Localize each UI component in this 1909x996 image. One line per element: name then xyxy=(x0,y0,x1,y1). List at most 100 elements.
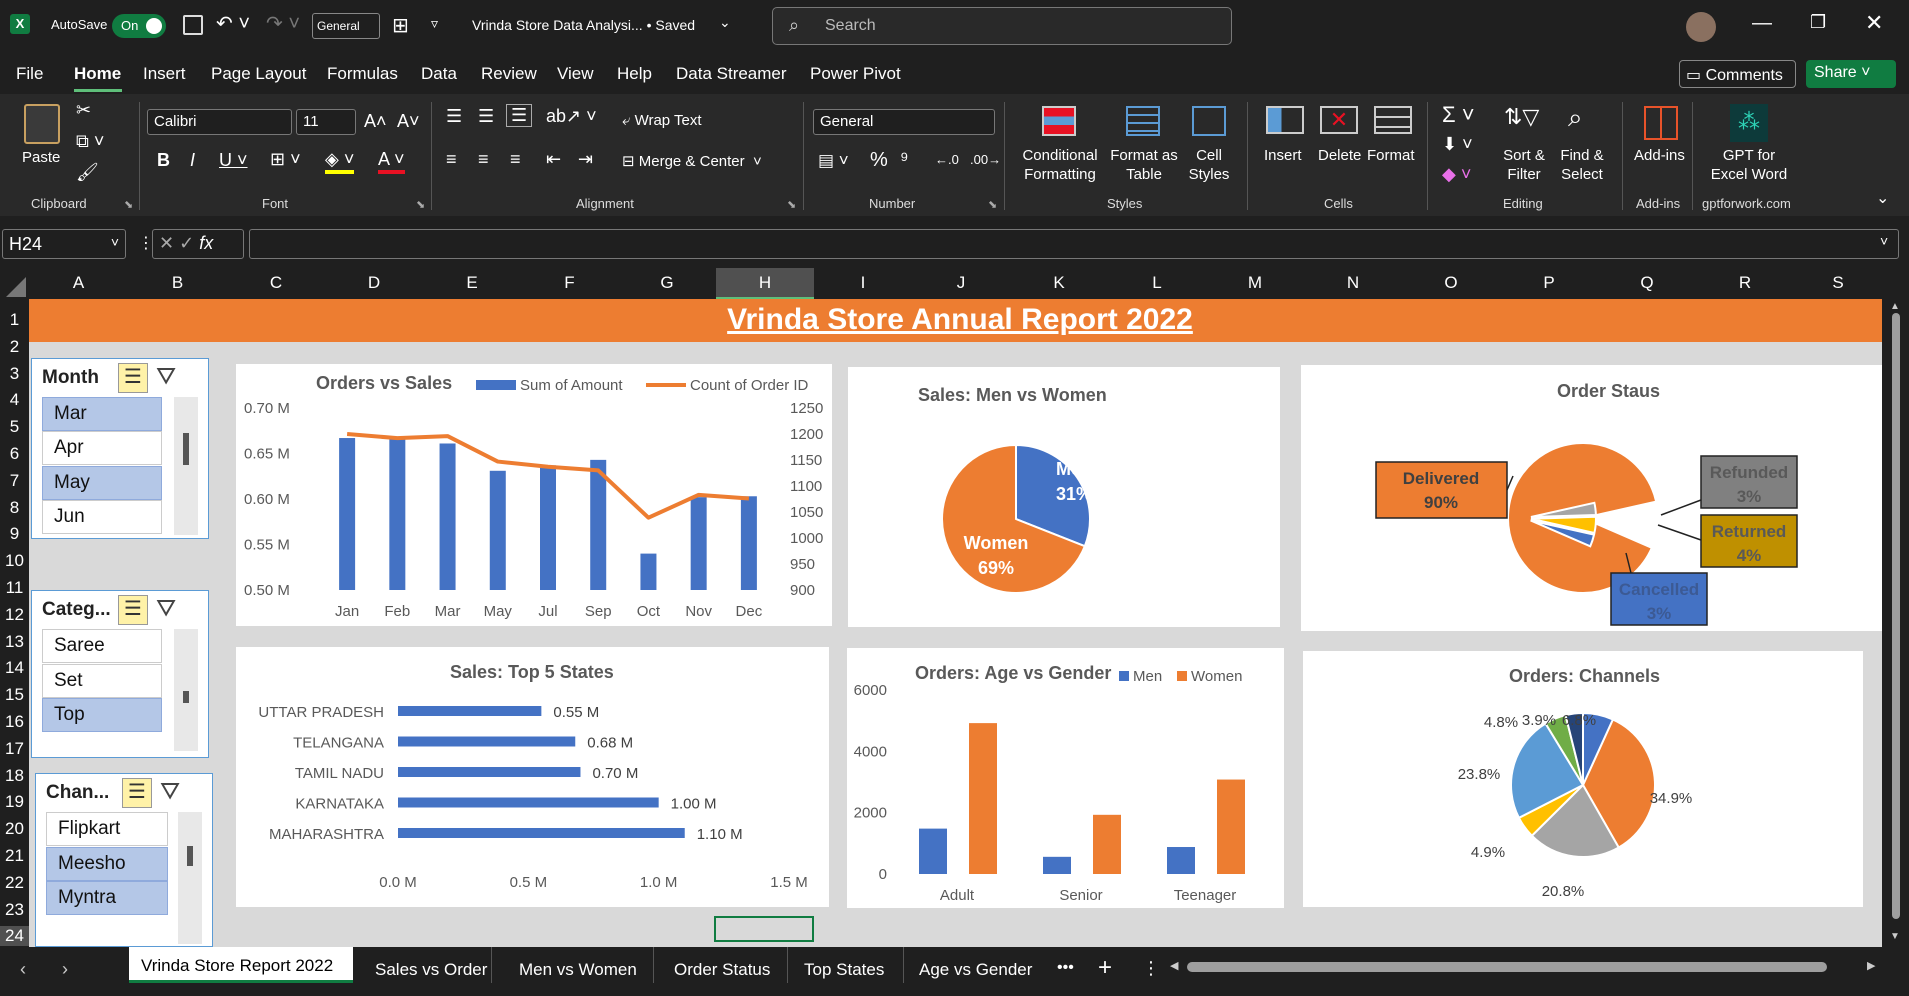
format-painter-icon[interactable]: 🖌 xyxy=(76,162,99,183)
vertical-scrollbar[interactable]: ▲ ▼ xyxy=(1882,299,1909,947)
row-header-13[interactable]: 13 xyxy=(0,632,29,652)
tab[interactable]: Men vs Women xyxy=(492,947,654,983)
slicer-channel[interactable]: Chan... ☰ ⛛ Flipkart Meesho Myntra xyxy=(35,773,213,947)
align-left-icon[interactable]: ≡ xyxy=(446,149,457,170)
paste-button[interactable]: Paste xyxy=(22,148,60,167)
column-header-p[interactable]: P xyxy=(1500,273,1598,293)
find-select-icon[interactable]: ⌕ xyxy=(1568,102,1583,134)
restore-icon[interactable]: ❐ xyxy=(1810,12,1826,33)
font-size-field[interactable]: 11 xyxy=(296,109,356,135)
scroll-up-icon[interactable]: ▲ xyxy=(1890,301,1900,312)
undo-icon[interactable]: ↶ ˅ xyxy=(216,11,250,36)
menu-data-streamer[interactable]: Data Streamer xyxy=(676,64,787,84)
align-center-icon[interactable]: ≡ xyxy=(478,149,489,170)
column-header-o[interactable]: O xyxy=(1402,273,1500,293)
dialog-launcher-icon[interactable]: ⬊ xyxy=(416,198,425,211)
slicer-month[interactable]: Month ☰ ⛛ Mar Apr May Jun xyxy=(31,358,209,539)
name-box[interactable]: H24 ˅ xyxy=(2,229,126,259)
column-header-l[interactable]: L xyxy=(1108,273,1206,293)
cancel-icon[interactable]: ✕ xyxy=(159,233,174,253)
fill-icon[interactable]: ⬇ ˅ xyxy=(1442,134,1473,155)
column-header-j[interactable]: J xyxy=(912,273,1010,293)
cut-icon[interactable]: ✂ xyxy=(76,100,91,121)
search-box[interactable]: ⌕ Search xyxy=(772,7,1232,45)
multi-select-icon[interactable]: ☰ xyxy=(118,363,148,393)
decrease-indent-icon[interactable]: ⇤ xyxy=(546,149,561,170)
menu-data[interactable]: Data xyxy=(421,64,457,84)
dialog-launcher-icon[interactable]: ⬊ xyxy=(787,198,796,211)
document-title[interactable]: Vrinda Store Data Analysi... • Saved xyxy=(472,17,695,33)
column-header-q[interactable]: Q xyxy=(1598,273,1696,293)
minimize-icon[interactable]: — xyxy=(1752,12,1772,35)
sheet-area[interactable]: Vrinda Store Annual Report 2022 Month ☰ … xyxy=(29,299,1882,947)
add-sheet-icon[interactable]: + xyxy=(1098,954,1112,982)
enter-icon[interactable]: ✓ xyxy=(179,233,194,253)
chart-age-vs-gender[interactable]: Orders: Age vs Gender 6000 4000 2000 0 Adult… xyxy=(847,648,1284,908)
column-header-b[interactable]: B xyxy=(128,273,227,293)
column-header-f[interactable]: F xyxy=(521,273,618,293)
row-header-15[interactable]: 15 xyxy=(0,685,29,705)
row-header-24[interactable]: 24 xyxy=(0,926,29,947)
chart-orders-vs-sales[interactable]: Orders vs Sales 0.70 M 0.65 M 0.60 M 0.55 M… xyxy=(236,364,832,626)
row-header-4[interactable]: 4 xyxy=(0,390,29,410)
paste-icon[interactable] xyxy=(24,104,60,144)
redo-icon[interactable]: ↷ ˅ xyxy=(266,11,300,36)
autosum-icon[interactable]: Σ ˅ xyxy=(1442,102,1475,128)
clear-filter-icon[interactable]: ⛛ xyxy=(156,595,176,623)
column-header-k[interactable]: K xyxy=(1010,273,1108,293)
more-tabs-icon[interactable]: ••• xyxy=(1057,959,1074,977)
customize-qat-icon[interactable]: ▿ xyxy=(431,15,438,32)
row-header-18[interactable]: 18 xyxy=(0,766,29,786)
column-header-h[interactable]: H xyxy=(716,268,814,299)
borders-icon[interactable]: ⊞ ˅ xyxy=(270,149,301,170)
delete-cells-icon[interactable]: ✕ xyxy=(1320,106,1358,134)
prev-sheet-icon[interactable]: ‹ xyxy=(20,959,26,980)
conditional-formatting-icon[interactable] xyxy=(1042,106,1076,136)
tab-active[interactable]: Vrinda Store Report 2022 xyxy=(129,947,353,983)
comments-button[interactable]: ▭ Comments xyxy=(1679,60,1796,88)
column-header-e[interactable]: E xyxy=(423,273,521,293)
decrease-decimal-icon[interactable]: .00→ xyxy=(970,152,1001,167)
row-header-14[interactable]: 14 xyxy=(0,658,29,678)
scroll-down-icon[interactable]: ▼ xyxy=(1890,931,1900,942)
row-header-22[interactable]: 22 xyxy=(0,873,29,893)
bold-icon[interactable]: B xyxy=(157,150,170,171)
quick-font-box[interactable]: General xyxy=(312,13,380,39)
format-cells-icon[interactable] xyxy=(1374,106,1412,134)
row-header-5[interactable]: 5 xyxy=(0,417,29,437)
row-header-16[interactable]: 16 xyxy=(0,712,29,732)
scroll-thumb[interactable] xyxy=(1892,313,1900,919)
align-bottom-icon[interactable]: ☰ xyxy=(506,104,533,127)
row-header-10[interactable]: 10 xyxy=(0,551,29,571)
title-chevron-icon[interactable]: ⌄ xyxy=(719,14,731,31)
slicer-category[interactable]: Categ... ☰ ⛛ Saree Set Top xyxy=(31,590,209,758)
slicer-scrollbar[interactable] xyxy=(174,397,198,535)
scroll-thumb[interactable] xyxy=(183,691,189,703)
slicer-item[interactable]: Flipkart xyxy=(46,812,168,846)
row-header-2[interactable]: 2 xyxy=(0,337,29,357)
menu-view[interactable]: View xyxy=(557,64,594,84)
increase-decimal-icon[interactable]: ←.0 xyxy=(935,152,959,167)
align-middle-icon[interactable]: ☰ xyxy=(478,106,494,127)
format-as-table-button[interactable]: Format as Table xyxy=(1105,146,1183,184)
gpt-button[interactable]: GPT for Excel Word xyxy=(1706,146,1792,184)
next-sheet-icon[interactable]: › xyxy=(62,959,68,980)
comma-style-icon[interactable]: ⁹ xyxy=(900,149,909,172)
format-as-table-icon[interactable] xyxy=(1126,106,1160,136)
tab-options-icon[interactable]: ⋮ xyxy=(1142,958,1160,979)
row-header-3[interactable]: 3 xyxy=(0,364,29,384)
menu-review[interactable]: Review xyxy=(481,64,537,84)
find-select-button[interactable]: Find & Select xyxy=(1554,146,1610,184)
insert-function-icon[interactable]: fx xyxy=(199,233,213,253)
slicer-item[interactable]: Mar xyxy=(42,397,162,431)
avatar[interactable] xyxy=(1686,12,1716,42)
fill-color-icon[interactable]: ◈ ˅ xyxy=(325,149,355,174)
sort-filter-icon[interactable]: ⇅▽ xyxy=(1504,104,1539,130)
chart-top-states[interactable]: Sales: Top 5 States UTTAR PRADESH 0.55 MT… xyxy=(236,647,829,907)
delete-cells-button[interactable]: Delete xyxy=(1318,146,1361,165)
chart-channels[interactable]: Orders: Channels 34.9% 20.8% 4.9% 23.8% 4.8%… xyxy=(1303,651,1863,907)
slicer-item[interactable]: Jun xyxy=(42,500,162,534)
orientation-icon[interactable]: ab↗ ˅ xyxy=(546,106,597,127)
row-header-23[interactable]: 23 xyxy=(0,900,29,920)
clear-filter-icon[interactable]: ⛛ xyxy=(160,778,180,806)
